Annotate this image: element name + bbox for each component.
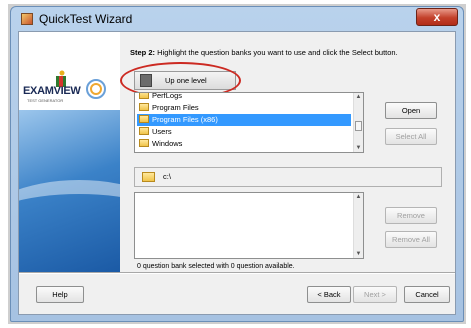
next-button[interactable]: Next > [353, 286, 397, 303]
swoosh-graphic [19, 180, 120, 272]
select-all-button[interactable]: Select All [385, 128, 437, 145]
scroll-thumb[interactable] [355, 121, 362, 131]
divider [19, 272, 455, 274]
folder-item-program-files[interactable]: Program Files [137, 102, 351, 114]
sidebar-banner: EXAMVIEW TEST GENERATOR [19, 32, 120, 272]
folder-icon [139, 103, 149, 111]
current-path-display: c:\ [134, 167, 442, 187]
folder-item-label: Program Files (x86) [152, 115, 218, 124]
open-button[interactable]: Open [385, 102, 437, 119]
close-button[interactable]: x [416, 8, 458, 26]
status-text: 0 question bank selected with 0 question… [137, 263, 295, 270]
folder-item-perflogs[interactable]: PerfLogs [137, 92, 351, 102]
scroll-down-arrow-icon[interactable]: ▼ [355, 251, 362, 257]
folder-item-program-files-x86[interactable]: Program Files (x86) [137, 114, 351, 126]
cancel-button-label: Cancel [415, 290, 439, 299]
step-instruction: Step 2: Highlight the question banks you… [130, 48, 398, 57]
selected-list-scrollbar[interactable]: ▲ ▼ [353, 193, 363, 258]
open-folder-icon [142, 172, 155, 182]
folder-item-label: Program Files [152, 103, 199, 112]
scroll-down-arrow-icon[interactable]: ▼ [355, 145, 362, 151]
title-bar[interactable]: QuickTest Wizard x [11, 7, 463, 31]
folder-icon [139, 115, 149, 123]
folder-icon [139, 139, 149, 147]
folder-item-users[interactable]: Users [137, 126, 351, 138]
folder-icon [139, 93, 149, 99]
window-title: QuickTest Wizard [39, 12, 133, 26]
open-button-label: Open [401, 106, 421, 115]
help-button[interactable]: Help [36, 286, 84, 303]
remove-button-label: Remove [397, 211, 425, 220]
remove-button[interactable]: Remove [385, 207, 437, 224]
folder-item-label: Users [152, 127, 172, 136]
dialog-client-area: EXAMVIEW TEST GENERATOR Step 2: Highligh… [18, 31, 456, 315]
folder-item-windows[interactable]: Windows [137, 138, 351, 150]
step-label: Step 2: [130, 48, 156, 57]
current-path-text: c:\ [163, 172, 171, 181]
back-button-label: < Back [317, 290, 341, 299]
close-icon: x [433, 10, 441, 24]
remove-all-button-label: Remove All [392, 235, 430, 244]
sidebar-blue-graphic [19, 110, 120, 272]
logo-text: EXAMVIEW [23, 85, 81, 97]
remove-all-button[interactable]: Remove All [385, 231, 437, 248]
next-button-label: Next > [364, 290, 386, 299]
scroll-up-arrow-icon[interactable]: ▲ [355, 94, 362, 100]
app-icon [21, 13, 33, 25]
folder-icon [139, 127, 149, 135]
cancel-button[interactable]: Cancel [404, 286, 450, 303]
folder-item-label: PerfLogs [152, 92, 183, 100]
folder-item-label: Windows [152, 139, 183, 148]
folder-list-scrollbar[interactable]: ▲ ▼ [353, 93, 363, 152]
folder-list[interactable]: PerfLogs Program Files Program Files (x8… [134, 92, 364, 153]
scroll-up-arrow-icon[interactable]: ▲ [355, 194, 362, 200]
logo-subtitle: TEST GENERATOR [27, 98, 64, 103]
quicktest-wizard-window: QuickTest Wizard x EXAMVIEW TEST GENERAT… [10, 6, 464, 322]
help-button-label: Help [52, 290, 68, 299]
logo-swirl-icon [86, 79, 106, 99]
step-text: Highlight the question banks you want to… [157, 48, 398, 57]
selected-banks-list[interactable]: ▲ ▼ [134, 192, 364, 259]
select-all-button-label: Select All [395, 132, 427, 141]
back-button[interactable]: < Back [307, 286, 351, 303]
